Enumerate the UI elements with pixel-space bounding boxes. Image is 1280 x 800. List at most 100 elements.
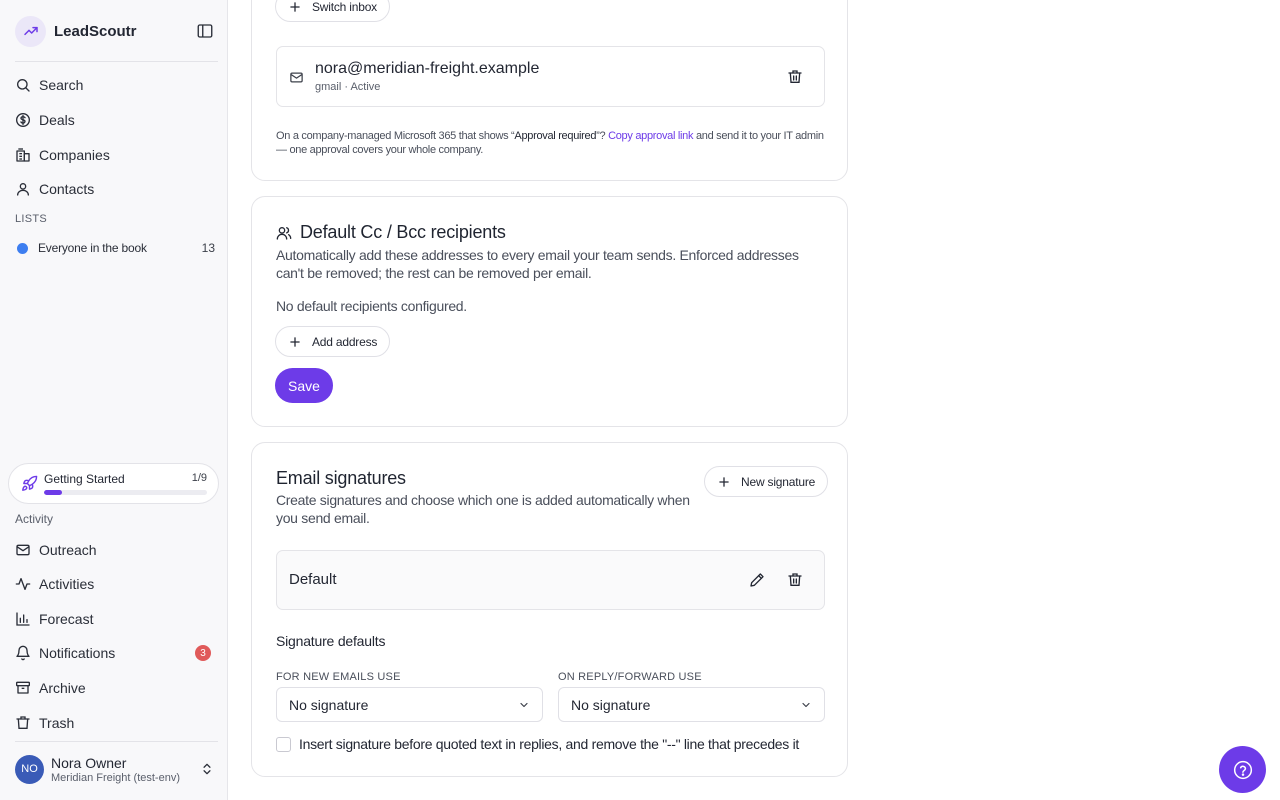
lists-section-label: LISTS [15, 213, 48, 225]
edit-signature-button[interactable] [746, 569, 768, 591]
getting-started-count: 1/9 [191, 472, 207, 484]
app-name: LeadScoutr [54, 22, 137, 40]
sidebar-item-companies[interactable]: Companies [15, 140, 218, 170]
trash-icon [788, 70, 802, 83]
sidebar-item-label: Companies [39, 147, 110, 163]
new-signature-button[interactable]: New signature [704, 466, 829, 497]
connected-inbox-card: Switch inbox nora@meridian-freight.examp… [251, 0, 848, 181]
archive-icon [16, 681, 30, 694]
insert-before-quoted-label: Insert signature before quoted text in r… [299, 736, 799, 752]
approval-note: On a company-managed Microsoft 365 that … [276, 129, 825, 157]
new-emails-label: FOR NEW EMAILS USE [276, 671, 401, 683]
avatar: NO [15, 754, 44, 784]
sidebar: LeadScoutr Search Deals Companies Contac… [0, 0, 228, 800]
new-signature-label: New signature [741, 474, 816, 489]
insert-before-quoted-checkbox[interactable] [276, 736, 291, 752]
activity-section-label: Activity [15, 512, 54, 526]
brand: LeadScoutr [15, 15, 218, 47]
reply-forward-label: ON REPLY/FORWARD USE [558, 671, 702, 683]
chevron-down-icon [802, 702, 810, 707]
building-icon [16, 148, 30, 162]
reply-forward-signature-value: No signature [571, 696, 651, 713]
plus-icon [290, 336, 300, 347]
sidebar-item-label: Notifications [39, 645, 116, 661]
signatures-description: Create signatures and choose which one i… [276, 492, 690, 526]
sidebar-item-notifications[interactable]: Notifications 3 [15, 638, 218, 668]
switch-inbox-button[interactable]: Switch inbox [275, 0, 390, 22]
email-signatures-card: Email signatures Create signatures and c… [251, 442, 848, 777]
help-circle-icon [1233, 760, 1252, 779]
sidebar-item-label: Search [39, 77, 84, 93]
inbox-email: nora@meridian-freight.example [315, 60, 540, 77]
delete-inbox-button[interactable] [784, 66, 806, 88]
user-name: Nora Owner [51, 754, 127, 771]
signature-defaults-heading: Signature defaults [276, 633, 386, 649]
insert-before-quoted-option[interactable]: Insert signature before quoted text in r… [276, 736, 799, 752]
note-emphasis: Approval required [514, 130, 597, 142]
sidebar-item-label: Trash [39, 715, 75, 731]
pencil-icon [750, 573, 764, 587]
delete-signature-button[interactable] [784, 569, 806, 591]
user-org: Meridian Freight (test-env) [51, 771, 180, 784]
trash-icon [788, 573, 802, 586]
save-button[interactable]: Save [275, 368, 333, 403]
signature-row: Default [276, 550, 825, 610]
chevron-down-icon [520, 702, 528, 707]
list-item-label: Everyone in the book [38, 241, 147, 255]
activity-icon [15, 578, 31, 590]
user-menu[interactable]: NO Nora Owner Meridian Freight (test-env… [15, 753, 218, 785]
note-text: On a company-managed Microsoft 365 that … [276, 130, 515, 142]
getting-started-title: Getting Started [44, 472, 125, 486]
list-item-count: 13 [201, 241, 215, 255]
sidebar-item-label: Contacts [39, 181, 95, 197]
sidebar-item-activities[interactable]: Activities [15, 569, 218, 599]
divider [15, 741, 218, 742]
sidebar-item-trash[interactable]: Trash [15, 708, 218, 738]
signatures-title: Email signatures [276, 468, 406, 488]
sidebar-item-label: Archive [39, 680, 86, 696]
sidebar-item-deals[interactable]: Deals [15, 105, 218, 135]
divider [15, 61, 218, 62]
getting-started-card[interactable]: Getting Started 1/9 [8, 463, 219, 504]
sidebar-item-outreach[interactable]: Outreach [15, 535, 218, 565]
new-emails-signature-select[interactable]: No signature [276, 687, 543, 722]
getting-started-progress [44, 490, 207, 495]
user-icon [17, 183, 29, 196]
add-address-button[interactable]: Add address [275, 326, 391, 357]
sidebar-item-archive[interactable]: Archive [15, 673, 218, 703]
trash-icon [16, 716, 30, 729]
sidebar-item-label: Deals [39, 112, 75, 128]
help-button[interactable] [1219, 746, 1266, 793]
user-info: Nora Owner Meridian Freight (test-env) [51, 755, 180, 784]
plus-icon [290, 1, 300, 12]
sidebar-toggle-icon[interactable] [196, 22, 214, 40]
rocket-icon [22, 475, 38, 491]
search-icon [17, 79, 30, 92]
trending-up-icon [15, 15, 46, 47]
users-icon [276, 226, 292, 240]
sidebar-item-label: Forecast [39, 611, 94, 627]
notifications-badge: 3 [195, 645, 211, 661]
signature-name: Default [289, 571, 337, 588]
new-emails-signature-value: No signature [289, 696, 369, 713]
default-cc-bcc-card: Default Cc / Bcc recipients Automaticall… [251, 196, 848, 427]
mail-icon [290, 72, 303, 83]
dollar-icon [16, 113, 30, 127]
sidebar-item-forecast[interactable]: Forecast [15, 604, 218, 634]
inbox-row: nora@meridian-freight.example gmail · Ac… [276, 46, 825, 107]
copy-approval-link[interactable]: Copy approval link [608, 130, 693, 142]
list-color-dot [17, 242, 28, 254]
bar-chart-icon [16, 612, 30, 626]
sidebar-item-contacts[interactable]: Contacts [15, 174, 218, 204]
mail-icon [16, 544, 30, 556]
list-item[interactable]: Everyone in the book 13 [15, 237, 215, 259]
note-text: ”? [596, 130, 609, 142]
chevrons-up-down-icon [203, 763, 211, 775]
cc-bcc-title-text: Default Cc / Bcc recipients [300, 222, 506, 242]
sidebar-item-search[interactable]: Search [15, 70, 218, 100]
cc-bcc-description: Automatically add these addresses to eve… [276, 247, 799, 281]
reply-forward-signature-select[interactable]: No signature [558, 687, 825, 722]
switch-inbox-label: Switch inbox [312, 0, 377, 14]
sidebar-item-label: Activities [39, 576, 95, 592]
cc-bcc-title: Default Cc / Bcc recipients [276, 222, 506, 243]
